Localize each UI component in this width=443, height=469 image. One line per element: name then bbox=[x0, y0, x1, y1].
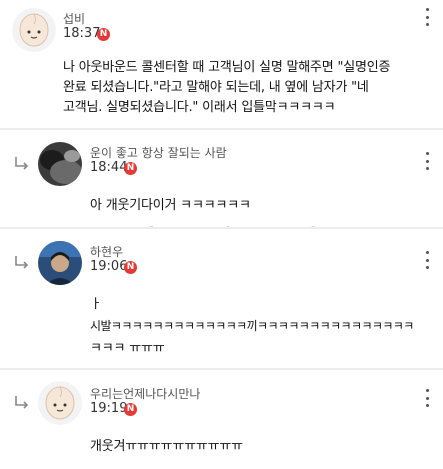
reply-arrow-icon bbox=[15, 396, 29, 409]
comment-author[interactable]: 섭비 bbox=[63, 10, 85, 27]
reply-item: 하현우 19:06 N ㅏ 시발ㅋㅋㅋㅋㅋㅋㅋㅋㅋㅋㅋㅋㅋ끼ㅋㅋㅋㅋㅋㅋㅋㅋㅋㅋ… bbox=[0, 229, 443, 366]
peach-face-avatar-icon[interactable] bbox=[12, 8, 56, 52]
new-badge: N bbox=[124, 261, 137, 274]
comment-text-line: 고객님. 실명되셨습니다." 이래서 입틀막ㅋㅋㅋㅋㅋ bbox=[63, 100, 336, 115]
comment-author[interactable]: 우리는언제나다시만나 bbox=[90, 385, 200, 402]
peach-face-avatar-icon[interactable] bbox=[38, 381, 82, 425]
comment-item: 섭비 18:37 N 나 아웃바운드 콜센터할 때 고객님이 실명 말해주면 "… bbox=[0, 0, 443, 128]
new-badge: N bbox=[124, 403, 137, 416]
reply-item: 우리는언제나다시만나 19:19 N 개웃겨ㅠㅠㅠㅠㅠㅠㅠㅠㅠㅠ bbox=[0, 373, 443, 469]
comment-text-line: 완료 되셨습니다."라고 말해야 되는데, 내 옆에 남자가 "네 bbox=[63, 80, 369, 95]
comment-author[interactable]: 운이 좋고 항상 잘되는 사람 bbox=[90, 144, 227, 161]
divider bbox=[0, 368, 443, 370]
new-badge: N bbox=[124, 162, 137, 175]
reply-item: 운이 좋고 항상 잘되는 사람 18:44 N 아 개웃기다이거 ㅋㅋㅋㅋㅋㅋ bbox=[0, 130, 443, 226]
comment-author[interactable]: 하현우 bbox=[90, 243, 123, 260]
comment-time: 18:44 bbox=[90, 160, 128, 175]
comment-time: 18:37 bbox=[63, 26, 101, 41]
comment-text-line: ㅏ bbox=[90, 297, 102, 312]
comment-text-line: 시발ㅋㅋㅋㅋㅋㅋㅋㅋㅋㅋㅋㅋㅋ끼ㅋㅋㅋㅋㅋㅋㅋㅋㅋㅋㅋㅋㅋㅋㅋ bbox=[90, 319, 414, 333]
comment-time: 19:19 bbox=[90, 401, 128, 416]
comment-text-line: ㅋㅋㅋ ㅠㅠㅠ bbox=[90, 341, 165, 356]
more-options-icon[interactable] bbox=[421, 389, 433, 407]
more-options-icon[interactable] bbox=[421, 8, 433, 26]
dark-photo-avatar-icon[interactable] bbox=[38, 142, 82, 186]
blue-photo-avatar-icon[interactable] bbox=[38, 241, 82, 285]
comment-time: 19:06 bbox=[90, 259, 128, 274]
reply-arrow-icon bbox=[15, 256, 29, 269]
comment-text-line: 아 개웃기다이거 ㅋㅋㅋㅋㅋㅋ bbox=[90, 198, 251, 213]
more-options-icon[interactable] bbox=[421, 251, 433, 269]
more-options-icon[interactable] bbox=[421, 152, 433, 170]
comment-text-line: 나 아웃바운드 콜센터할 때 고객님이 실명 말해주면 "실명인증 bbox=[63, 60, 391, 75]
comment-text-line: 개웃겨ㅠㅠㅠㅠㅠㅠㅠㅠㅠㅠ bbox=[90, 439, 243, 454]
new-badge: N bbox=[97, 28, 110, 41]
reply-arrow-icon bbox=[15, 157, 29, 170]
